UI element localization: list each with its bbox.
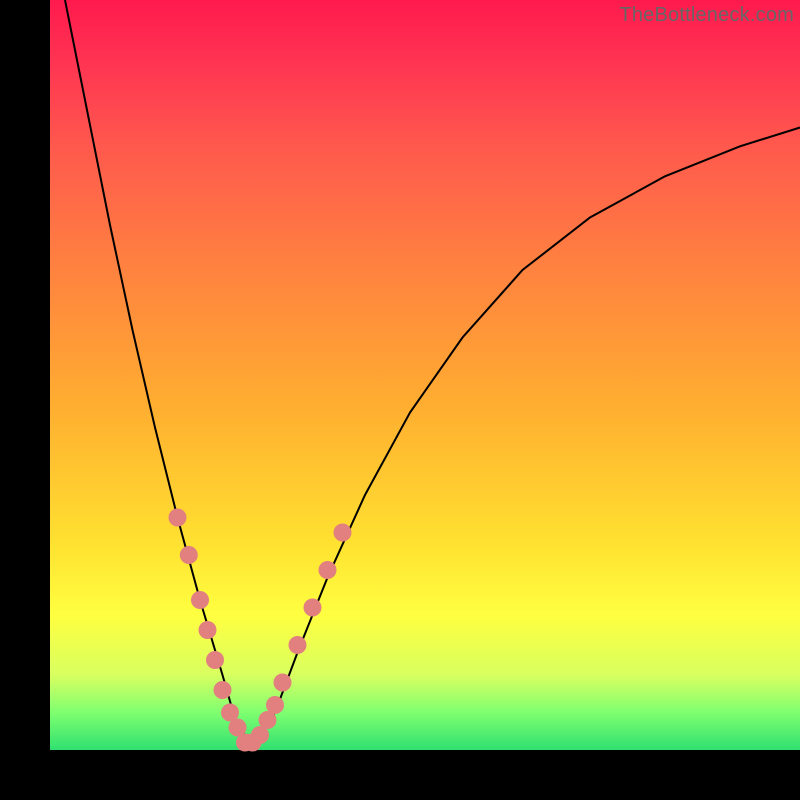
curve-svg: [50, 0, 800, 750]
curve-marker: [289, 636, 307, 654]
curve-marker: [169, 509, 187, 527]
curve-marker: [191, 591, 209, 609]
curve-marker: [334, 524, 352, 542]
curve-marker: [266, 696, 284, 714]
curve-marker: [180, 546, 198, 564]
curve-marker: [304, 599, 322, 617]
curve-markers: [169, 509, 352, 752]
chart-frame: TheBottleneck.com: [0, 0, 800, 800]
curve-marker: [214, 681, 232, 699]
plot-area: TheBottleneck.com: [50, 0, 800, 750]
curve-marker: [206, 651, 224, 669]
curve-marker: [274, 674, 292, 692]
bottleneck-curve: [65, 0, 800, 743]
curve-marker: [319, 561, 337, 579]
curve-marker: [199, 621, 217, 639]
